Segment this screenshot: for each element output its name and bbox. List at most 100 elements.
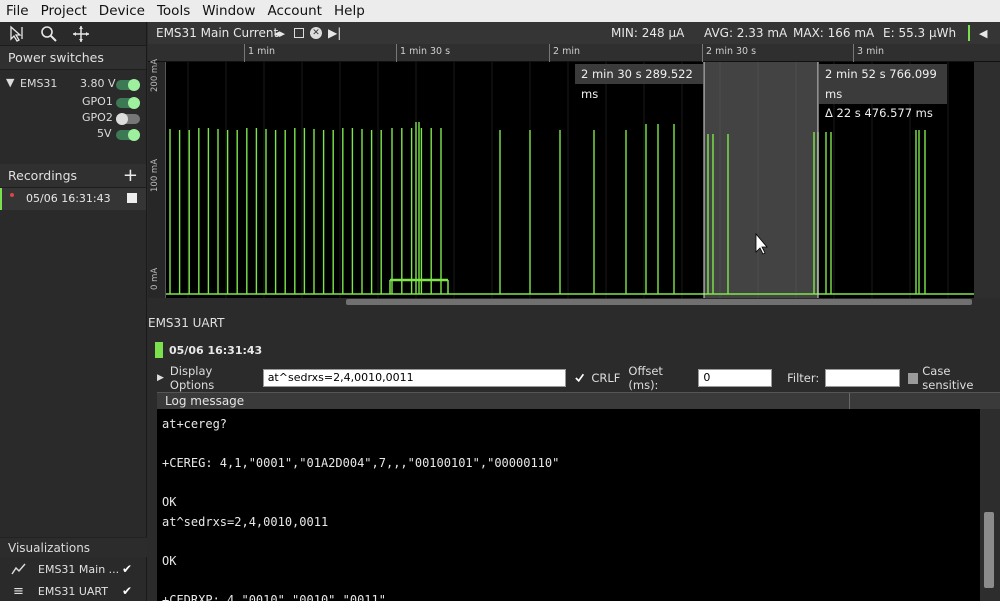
viz-item-uart-label: EMS31 UART [37,584,108,598]
uart-options-row: ▶ Display Options at^sedrxs=2,4,0010,001… [157,364,1000,392]
cursor-1-label: 2 min 30 s 289.522 ms [575,64,703,101]
case-sensitive-label: Case sensitive [922,364,974,392]
plot-right-gutter [974,62,1000,298]
tick-line [702,44,703,62]
add-recording-button[interactable]: + [123,165,138,186]
pan-icon[interactable] [72,25,90,43]
stat-min: MIN: 248 µA [611,26,685,40]
visualizations-header: Visualizations [0,537,147,557]
menu-account[interactable]: Account [261,0,328,22]
log-line: OK [162,553,177,568]
log-scroll-thumb[interactable] [984,512,994,588]
zoom-icon[interactable] [40,25,58,43]
tick-label: 2 min [553,46,580,57]
cursor-2-info: 2 min 52 s 766.099 ms Δ 22 s 476.577 ms [819,64,947,120]
recording-stop-icon[interactable] [127,193,137,203]
log-header-title: Log message [165,394,245,408]
tick-line [244,44,245,62]
tick-line [853,44,854,62]
offset-label: Offset (ms): [628,364,663,392]
log-header-separator [849,393,850,410]
log-line: OK [162,495,177,509]
gpo2-toggle[interactable] [116,113,140,125]
offset-input[interactable]: 0 [698,369,773,387]
cursor-2-time: 2 min 52 s 766.099 ms [825,67,937,101]
viz-uart-checkbox[interactable]: ✔ [122,584,132,598]
command-input[interactable]: at^sedrxs=2,4,0010,0011 [262,369,567,387]
tick-label: 1 min [248,46,275,57]
tick-label: 1 min 30 s [400,46,451,57]
viz-main-checkbox[interactable]: ✔ [122,562,132,576]
recording-label: 05/06 16:31:43 [26,192,111,205]
stop-icon[interactable] [294,28,304,38]
log-line: +CEREG: 4,1,"0001","01A2D004",7,,,"00100… [162,456,560,470]
tool-bar [0,22,146,46]
crlf-checkbox[interactable] [574,372,585,384]
filter-input[interactable] [825,369,900,387]
menu-project[interactable]: Project [35,0,93,22]
collapse-arrow-icon[interactable]: ▼ [6,76,14,89]
case-sensitive-checkbox[interactable] [907,372,919,384]
uart-recording-label: 05/06 16:31:43 [169,343,263,357]
device-power-toggle[interactable] [116,79,140,91]
menu-tools[interactable]: Tools [151,0,196,22]
viz-item-uart[interactable]: ≡ EMS31 UART ✔ [0,581,147,601]
power-switches-title: Power switches [8,50,104,65]
menu-window[interactable]: Window [196,0,261,22]
5v-toggle[interactable] [116,129,140,141]
play-icon[interactable]: ▶| [328,26,341,40]
log-line: at+cereg? [162,417,228,431]
selection-region[interactable] [704,62,818,298]
chart-icon [11,563,26,575]
log-line: at^sedrxs=2,4,0010,0011 [162,514,329,529]
uart-recording-row: 05/06 16:31:43 [155,342,262,358]
menu-file[interactable]: File [0,0,35,22]
cursor-2-delta: Δ 22 s 476.577 ms [825,106,933,120]
uart-color-indicator [155,342,163,358]
trace-color-indicator [968,25,970,41]
list-icon: ≡ [13,583,24,599]
stat-max: MAX: 166 mA [793,26,875,40]
uart-log[interactable]: at+cereg? +CEREG: 4,1,"0001","01A2D004",… [157,409,980,601]
gpo1-toggle[interactable] [116,97,140,109]
cursor-select-icon[interactable] [8,25,26,43]
log-vertical-scrollbar[interactable] [980,409,1000,601]
viz-item-main-current[interactable]: EMS31 Main ... ✔ [0,559,147,579]
device-name: EMS31 [20,77,58,90]
log-header: Log message [157,392,1000,410]
tick-label: 2 min 30 s [706,46,757,57]
collapse-right-icon[interactable]: ◀ [979,27,987,40]
viz-item-main-label: EMS31 Main ... [38,562,120,576]
visualizations-title: Visualizations [8,541,91,555]
expand-options-icon[interactable]: ▶ [157,373,164,383]
tick-label: 3 min [857,46,884,57]
time-ruler[interactable]: 1 min 1 min 30 s 2 min 2 min 30 s 3 min [148,44,1000,62]
plot-title: EMS31 Main Current [156,26,279,40]
stat-avg: AVG: 2.33 mA [704,26,788,40]
power-switches-header: Power switches [0,46,146,70]
expand-icon[interactable]: ◂▸ [274,27,285,40]
gpo1-label: GPO1 [82,95,113,108]
filter-label: Filter: [787,371,820,385]
plot-horizontal-scrollbar[interactable] [148,298,1000,306]
stat-energy: E: 55.3 µWh [883,26,957,40]
plot-scroll-thumb[interactable] [346,299,972,305]
menu-device[interactable]: Device [93,0,151,22]
gpo2-label: GPO2 [82,111,113,124]
recordings-title: Recordings [8,168,78,183]
left-panel: Power switches ▼ EMS31 3.80 V GPO1 GPO2 … [0,22,147,601]
crlf-label: CRLF [591,371,621,385]
current-plot[interactable]: 200 mA 100 mA 0 mA 2 min 30 s 289.522 ms… [148,59,974,298]
recording-item[interactable]: 05/06 16:31:43 [0,188,146,210]
plot-header: EMS31 Main Current ◂▸ ✕ ▶| MIN: 248 µA A… [148,22,1000,44]
recordings-header: Recordings + [0,164,146,188]
clear-icon[interactable]: ✕ [310,27,322,39]
tick-line [549,44,550,62]
display-options-label[interactable]: Display Options [170,364,255,392]
menu-help[interactable]: Help [328,0,371,22]
5v-label: 5V [97,127,112,140]
